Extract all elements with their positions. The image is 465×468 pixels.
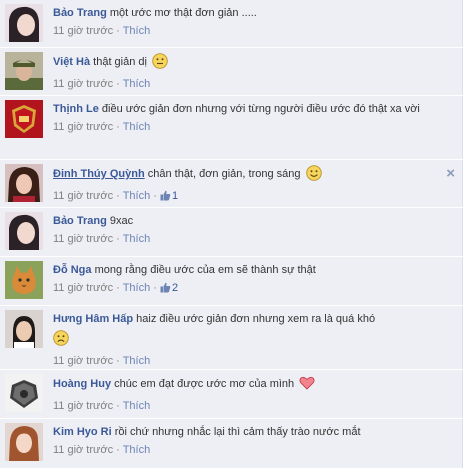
separator: ·: [153, 190, 157, 202]
comment-meta: 11 giờ trước · Thích: [53, 399, 431, 414]
smile-emoji-icon: [152, 53, 168, 75]
like-link[interactable]: Thích: [123, 25, 151, 37]
like-count-value: 2: [172, 282, 179, 294]
avatar[interactable]: [5, 4, 43, 42]
comment-time[interactable]: 11 giờ trước: [53, 121, 113, 133]
emoji-line: [53, 330, 431, 352]
comment-body: Thịnh Le điều ước giản đơn nhưng với từn…: [53, 101, 431, 135]
avatar[interactable]: [5, 52, 43, 90]
separator: ·: [116, 25, 120, 37]
smile-emoji-icon: [305, 165, 322, 187]
separator: ·: [153, 282, 157, 294]
avatar[interactable]: [5, 164, 43, 202]
avatar[interactable]: [5, 310, 43, 348]
comment-author[interactable]: Bảo Trang: [53, 7, 107, 19]
comment-time[interactable]: 11 giờ trước: [53, 355, 113, 367]
comment-meta: 11 giờ trước · Thích · 2: [53, 281, 431, 298]
separator: ·: [116, 400, 120, 412]
comment-text: chân thật, đơn giản, trong sáng: [147, 168, 301, 180]
comment-item: Thịnh Le điều ước giản đơn nhưng với từn…: [0, 96, 463, 160]
comment-meta: 11 giờ trước · Thích: [53, 24, 431, 39]
comment-body: Bảo Trang 9xac 11 giờ trước · Thích: [53, 213, 431, 247]
heart-emoji-icon: [299, 375, 315, 397]
comment-feed: Bảo Trang một ước mơ thật đơn giản .....…: [0, 0, 463, 468]
comment-item: Kim Hyo Ri rồi chứ nhưng nhắc lại thì cả…: [0, 419, 463, 468]
comment-meta: 11 giờ trước · Thích: [53, 354, 431, 369]
comment-body: Đinh Thúy Quỳnh chân thật, đơn giản, tro…: [53, 165, 431, 206]
like-link[interactable]: Thích: [123, 355, 151, 367]
close-icon[interactable]: ×: [446, 166, 455, 181]
separator: ·: [116, 355, 120, 367]
separator: ·: [116, 233, 120, 245]
comment-body: Bảo Trang một ước mơ thật đơn giản .....…: [53, 5, 431, 39]
separator: ·: [116, 444, 120, 456]
like-link[interactable]: Thích: [123, 233, 151, 245]
like-link[interactable]: Thích: [123, 400, 151, 412]
comment-item: Hoàng Huy chúc em đạt được ước mơ của mì…: [0, 370, 463, 419]
comment-item: Bảo Trang 9xac 11 giờ trước · Thích: [0, 208, 463, 257]
avatar[interactable]: [5, 100, 43, 138]
comment-author[interactable]: Hoàng Huy: [53, 378, 111, 390]
comment-body: Đỗ Nga mong rằng điều ước của em sẽ thàn…: [53, 262, 431, 298]
comment-meta: 11 giờ trước · Thích · 1: [53, 189, 431, 206]
avatar[interactable]: [5, 374, 43, 412]
like-link[interactable]: Thích: [123, 282, 151, 294]
thumbs-up-icon: [160, 190, 171, 206]
comment-text: chúc em đạt được ước mơ của mình: [114, 378, 295, 390]
comment-author[interactable]: Thịnh Le: [53, 103, 99, 115]
comment-item: Đinh Thúy Quỳnh chân thật, đơn giản, tro…: [0, 160, 463, 208]
comment-text: rồi chứ nhưng nhắc lại thì cảm thấy trào…: [114, 426, 361, 438]
comment-meta: 11 giờ trước · Thích: [53, 443, 431, 458]
comment-body: Kim Hyo Ri rồi chứ nhưng nhắc lại thì cả…: [53, 424, 431, 458]
comment-meta: 11 giờ trước · Thích: [53, 77, 431, 92]
comment-time[interactable]: 11 giờ trước: [53, 282, 113, 294]
comment-meta: 11 giờ trước · Thích: [53, 232, 431, 247]
separator: ·: [116, 121, 120, 133]
comment-item: Đỗ Nga mong rằng điều ước của em sẽ thàn…: [0, 257, 463, 306]
comment-time[interactable]: 11 giờ trước: [53, 78, 113, 90]
comment-time[interactable]: 11 giờ trước: [53, 400, 113, 412]
like-link[interactable]: Thích: [123, 444, 151, 456]
comment-time[interactable]: 11 giờ trước: [53, 190, 113, 202]
comment-text: thật giản dị: [93, 56, 147, 68]
comment-author[interactable]: Đinh Thúy Quỳnh: [53, 168, 145, 180]
avatar[interactable]: [5, 423, 43, 461]
comment-body: Việt Hà thật giản dị 11 giờ trước · Thíc…: [53, 53, 431, 92]
comment-time[interactable]: 11 giờ trước: [53, 233, 113, 245]
comment-item: Hưng Hâm Hấp haiz điều ước giản đơn nhưn…: [0, 306, 463, 370]
like-count[interactable]: 1: [160, 190, 178, 202]
sad-emoji-icon: [53, 330, 69, 352]
comment-text: điều ước giản đơn nhưng với từng người đ…: [101, 103, 420, 115]
like-count-value: 1: [172, 190, 179, 202]
separator: ·: [116, 282, 120, 294]
comment-author[interactable]: Việt Hà: [53, 56, 90, 68]
separator: ·: [116, 78, 120, 90]
comment-meta: 11 giờ trước · Thích: [53, 120, 431, 135]
comment-item: Bảo Trang một ước mơ thật đơn giản .....…: [0, 0, 463, 48]
like-link[interactable]: Thích: [123, 78, 151, 90]
like-link[interactable]: Thích: [123, 190, 151, 202]
comment-item: Việt Hà thật giản dị 11 giờ trước · Thíc…: [0, 48, 463, 96]
comment-time[interactable]: 11 giờ trước: [53, 25, 113, 37]
avatar[interactable]: [5, 212, 43, 250]
thumbs-up-icon: [160, 282, 171, 298]
comment-author[interactable]: Kim Hyo Ri: [53, 426, 112, 438]
comment-text: 9xac: [109, 215, 134, 227]
comment-text: mong rằng điều ước của em sẽ thành sự th…: [94, 264, 316, 276]
comment-author[interactable]: Bảo Trang: [53, 215, 107, 227]
comment-author[interactable]: Đỗ Nga: [53, 264, 92, 276]
comment-author[interactable]: Hưng Hâm Hấp: [53, 313, 133, 325]
comment-body: Hưng Hâm Hấp haiz điều ước giản đơn nhưn…: [53, 311, 431, 369]
like-count[interactable]: 2: [160, 282, 178, 294]
comment-text: haiz điều ước giản đơn nhưng xem ra là q…: [136, 313, 376, 325]
comment-text: một ước mơ thật đơn giản .....: [109, 7, 257, 19]
comment-body: Hoàng Huy chúc em đạt được ước mơ của mì…: [53, 375, 431, 414]
comment-time[interactable]: 11 giờ trước: [53, 444, 113, 456]
avatar[interactable]: [5, 261, 43, 299]
separator: ·: [116, 190, 120, 202]
like-link[interactable]: Thích: [123, 121, 151, 133]
